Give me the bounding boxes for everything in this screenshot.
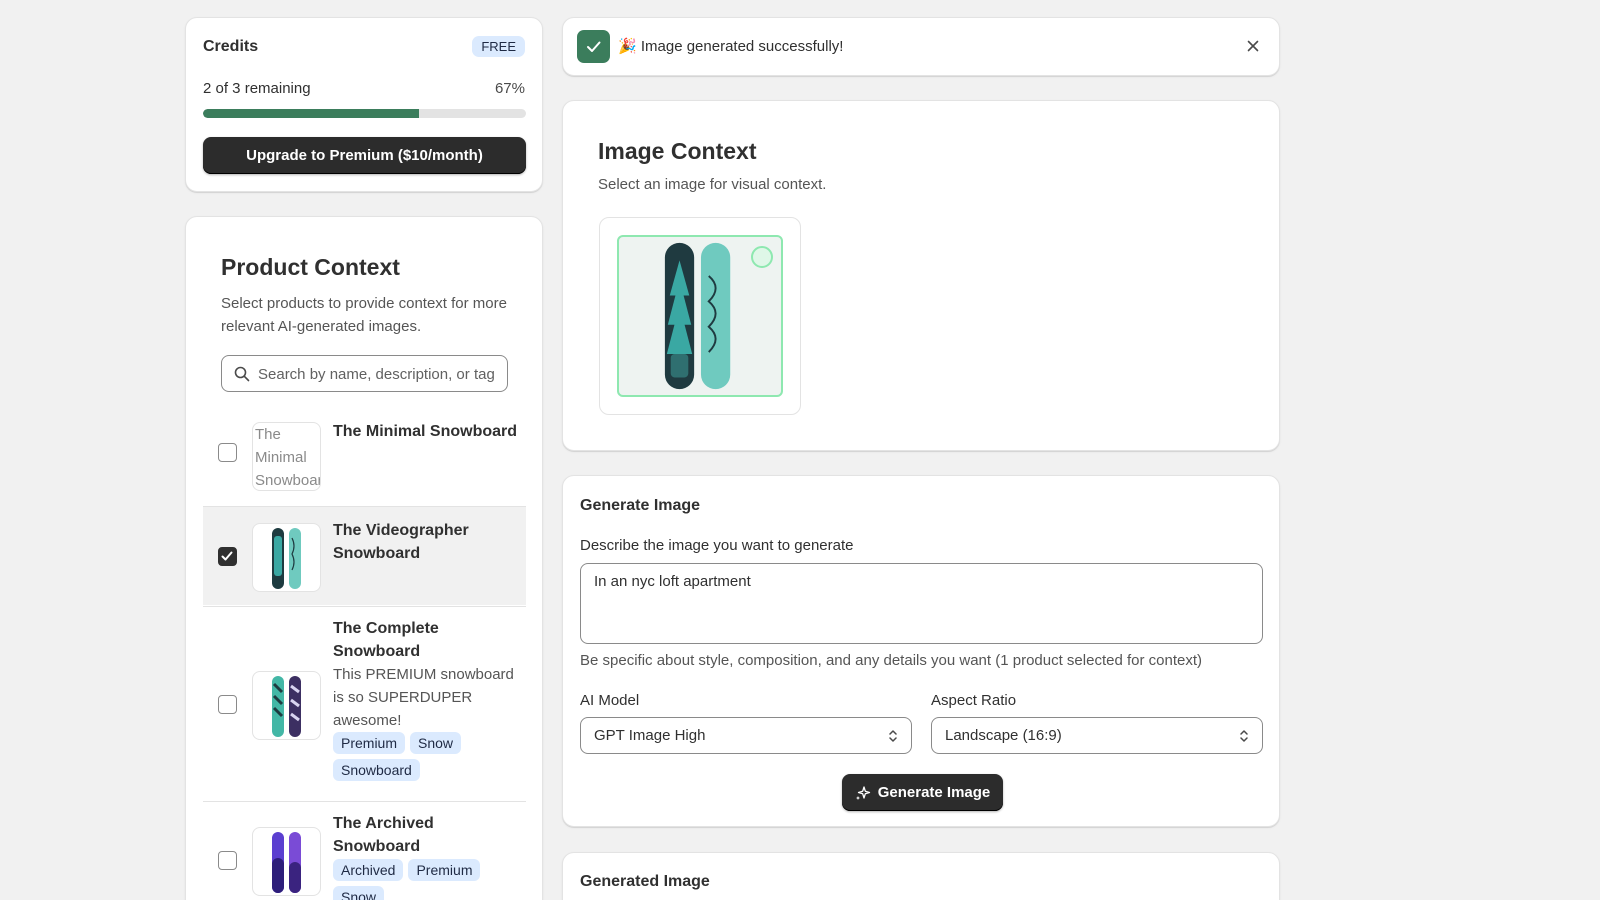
product-tag: Premium: [408, 859, 481, 881]
image-context-subtitle: Select an image for visual context.: [598, 176, 827, 193]
credits-card: Credits FREE 2 of 3 remaining 67% Upgrad…: [185, 17, 543, 192]
product-name: The Videographer Snowboard: [333, 522, 469, 562]
credits-remaining: 2 of 3 remaining: [203, 80, 311, 97]
product-tag: Premium: [333, 732, 406, 754]
model-select[interactable]: GPT Image High: [580, 717, 912, 754]
product-tag: Snow: [333, 886, 385, 900]
product-checkbox[interactable]: [218, 443, 237, 462]
product-checkbox[interactable]: [218, 851, 237, 870]
image-context-title: Image Context: [598, 138, 757, 164]
product-name: The Minimal Snowboard: [333, 423, 518, 440]
product-row-selected[interactable]: The Videographer Snowboard: [203, 507, 526, 605]
prompt-label: Describe the image you want to generate: [580, 537, 854, 554]
generate-image-button[interactable]: Generate Image: [842, 774, 1003, 811]
model-label: AI Model: [580, 692, 640, 709]
credits-title: Credits: [203, 38, 259, 55]
success-toast: 🎉 Image generated successfully!: [562, 17, 1280, 76]
snowboard-image: [272, 676, 301, 737]
chevron-up-down-icon: [1240, 730, 1248, 742]
product-description: This PREMIUM snowboard is so SUPERDUPER …: [333, 666, 514, 729]
prompt-textarea[interactable]: [580, 563, 1263, 644]
plan-badge: FREE: [472, 36, 525, 57]
model-select-value: GPT Image High: [594, 727, 706, 744]
aspect-ratio-label: Aspect Ratio: [931, 692, 1017, 709]
generate-image-card: Generate Image Describe the image you wa…: [562, 475, 1280, 827]
close-icon[interactable]: [1245, 38, 1261, 54]
product-tag: Snowboard: [333, 759, 420, 781]
prompt-help-text: Be specific about style, composition, an…: [580, 652, 1203, 669]
product-thumbnail-alt: The Minimal Snowboard: [255, 426, 320, 489]
product-search-input[interactable]: [258, 363, 494, 385]
aspect-ratio-select-value: Landscape (16:9): [945, 727, 1062, 744]
product-row[interactable]: The Minimal Snowboard The Minimal Snowbo…: [203, 410, 526, 503]
product-thumbnail: [252, 523, 321, 592]
product-thumbnail: [252, 671, 321, 740]
product-thumbnail: [252, 827, 321, 896]
product-name: The Archived Snowboard: [333, 815, 434, 855]
sparkles-icon: [855, 785, 870, 800]
product-name: The Complete Snowboard: [333, 620, 439, 660]
search-icon: [234, 366, 250, 382]
snowboard-image: [272, 832, 301, 893]
product-context-title: Product Context: [221, 254, 400, 280]
product-row[interactable]: The Archived Snowboard Archived Premium …: [203, 802, 526, 900]
checkmark-icon: [221, 551, 233, 561]
product-context-card: Product Context Select products to provi…: [185, 216, 543, 900]
credits-progress-fill: [203, 109, 420, 118]
aspect-ratio-select[interactable]: Landscape (16:9): [931, 717, 1263, 754]
product-checkbox-checked[interactable]: [218, 547, 237, 566]
image-select-radio[interactable]: [751, 246, 773, 268]
chevron-up-down-icon: [889, 730, 897, 742]
product-checkbox[interactable]: [218, 695, 237, 714]
generated-image-card: Generated Image: [562, 852, 1280, 900]
product-tag: Snow: [410, 732, 462, 754]
product-tags: Premium Snow Snowboard: [333, 732, 518, 781]
upgrade-button[interactable]: Upgrade to Premium ($10/month): [203, 137, 526, 174]
product-thumbnail: The Minimal Snowboard: [252, 422, 321, 491]
generate-image-button-label: Generate Image: [877, 784, 991, 801]
image-context-card: Image Context Select an image for visual…: [562, 100, 1280, 451]
snowboard-image: [272, 528, 301, 589]
product-context-subtitle: Select products to provide context for m…: [221, 295, 507, 335]
credits-percent: 67%: [494, 80, 525, 97]
checkmark-icon: [577, 30, 610, 63]
credits-progress-bar: [203, 109, 526, 118]
product-search[interactable]: [221, 355, 508, 392]
product-tags: Archived Premium Snow: [333, 859, 518, 900]
toast-message: 🎉 Image generated successfully!: [618, 38, 844, 55]
product-tag: Archived: [333, 859, 404, 881]
context-image-option[interactable]: [599, 217, 801, 415]
context-image-selected[interactable]: [617, 235, 783, 397]
product-row[interactable]: The Complete Snowboard This PREMIUM snow…: [203, 607, 526, 801]
generated-image-title: Generated Image: [580, 873, 710, 890]
generate-image-title: Generate Image: [580, 497, 701, 514]
